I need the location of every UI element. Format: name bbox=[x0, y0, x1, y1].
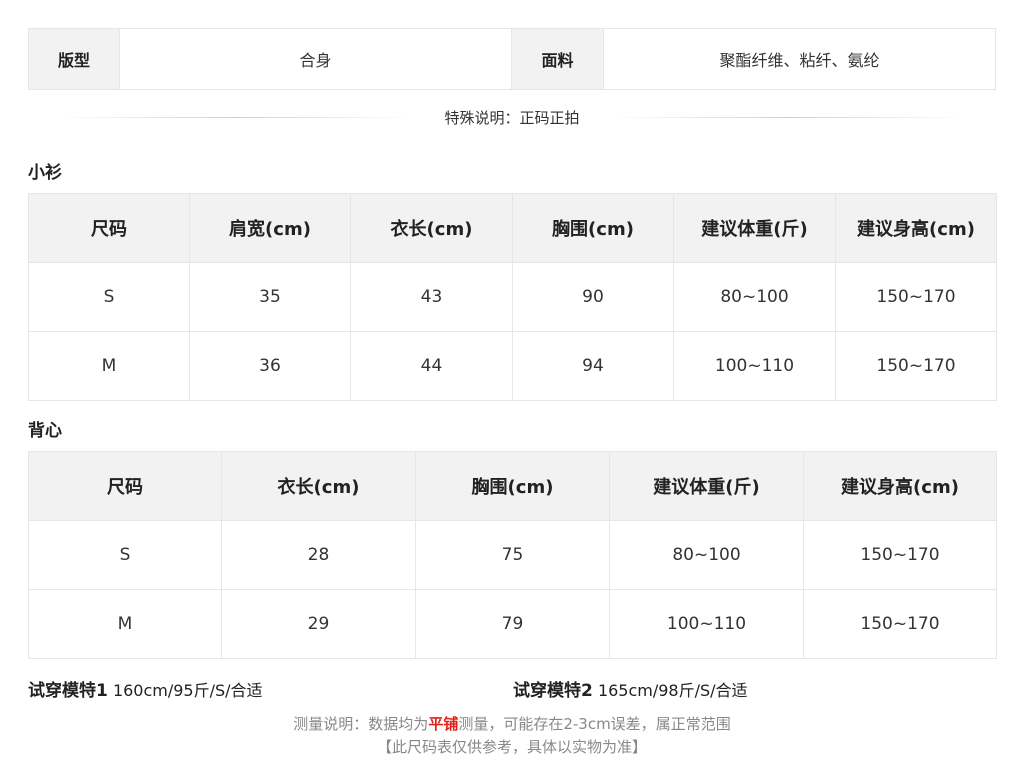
model-1-label: 试穿模特1 bbox=[28, 681, 108, 701]
fit-label: 版型 bbox=[29, 29, 120, 89]
measure-note-prefix: 测量说明：数据均为 bbox=[293, 715, 429, 733]
cell-length: 28 bbox=[221, 520, 416, 590]
header-shoulder: 肩宽(cm) bbox=[189, 193, 351, 263]
cell-length: 29 bbox=[221, 589, 416, 659]
cell-bust: 79 bbox=[415, 589, 610, 659]
cell-bust: 94 bbox=[512, 331, 674, 401]
cell-height: 150~170 bbox=[803, 520, 997, 590]
reference-note: 【此尺码表仅供参考，具体以实物为准】 bbox=[376, 738, 647, 756]
cell-height: 150~170 bbox=[835, 331, 997, 401]
measure-note-highlight: 平铺 bbox=[428, 715, 459, 733]
cell-weight: 80~100 bbox=[609, 520, 804, 590]
cell-weight: 80~100 bbox=[673, 262, 836, 332]
model-2-label: 试穿模特2 bbox=[513, 681, 593, 701]
special-note: 特殊说明：正码正拍 bbox=[444, 108, 580, 127]
header-weight: 建议体重(斤) bbox=[609, 451, 804, 521]
header-bust: 胸围(cm) bbox=[415, 451, 610, 521]
measure-note-suffix: 测量，可能存在2-3cm误差，属正常范围 bbox=[458, 715, 731, 733]
cell-size: S bbox=[28, 520, 222, 590]
header-bust: 胸围(cm) bbox=[512, 193, 674, 263]
fabric-value: 聚酯纤维、粘纤、氨纶 bbox=[604, 29, 995, 89]
cell-size: M bbox=[28, 589, 222, 659]
fit-value: 合身 bbox=[120, 29, 512, 89]
model-1-value: 160cm/95斤/S/合适 bbox=[112, 681, 263, 700]
cell-size: M bbox=[28, 331, 190, 401]
fabric-label: 面料 bbox=[512, 29, 604, 89]
measure-note: 测量说明：数据均为平铺测量，可能存在2-3cm误差，属正常范围 bbox=[0, 713, 1024, 734]
header-height: 建议身高(cm) bbox=[835, 193, 997, 263]
table-header-row: 尺码 衣长(cm) 胸围(cm) 建议体重(斤) 建议身高(cm) bbox=[28, 451, 997, 521]
table-header-row: 尺码 肩宽(cm) 衣长(cm) 胸围(cm) 建议体重(斤) 建议身高(cm) bbox=[28, 193, 997, 263]
cell-shoulder: 35 bbox=[189, 262, 351, 332]
cell-height: 150~170 bbox=[803, 589, 997, 659]
header-length: 衣长(cm) bbox=[221, 451, 416, 521]
vest-size-table: 尺码 衣长(cm) 胸围(cm) 建议体重(斤) 建议身高(cm) S 28 7… bbox=[28, 451, 997, 659]
top-section-title: 小衫 bbox=[28, 163, 62, 183]
cell-bust: 75 bbox=[415, 520, 610, 590]
table-row: M 29 79 100~110 150~170 bbox=[28, 589, 997, 659]
top-size-table: 尺码 肩宽(cm) 衣长(cm) 胸围(cm) 建议体重(斤) 建议身高(cm)… bbox=[28, 193, 997, 401]
model-2-info: 试穿模特2 165cm/98斤/S/合适 bbox=[513, 676, 748, 701]
cell-shoulder: 36 bbox=[189, 331, 351, 401]
cell-size: S bbox=[28, 262, 190, 332]
cell-weight: 100~110 bbox=[673, 331, 836, 401]
cell-height: 150~170 bbox=[835, 262, 997, 332]
cell-length: 44 bbox=[350, 331, 513, 401]
model-1-info: 试穿模特1 160cm/95斤/S/合适 bbox=[28, 676, 263, 701]
header-length: 衣长(cm) bbox=[350, 193, 513, 263]
cell-weight: 100~110 bbox=[609, 589, 804, 659]
vest-section-title: 背心 bbox=[28, 421, 62, 441]
model-2-value: 165cm/98斤/S/合适 bbox=[597, 681, 748, 700]
header-size: 尺码 bbox=[28, 193, 190, 263]
header-weight: 建议体重(斤) bbox=[673, 193, 836, 263]
divider-right bbox=[613, 116, 965, 118]
special-note-row: 特殊说明：正码正拍 bbox=[60, 106, 965, 128]
table-row: S 28 75 80~100 150~170 bbox=[28, 520, 997, 590]
cell-length: 43 bbox=[350, 262, 513, 332]
table-row: M 36 44 94 100~110 150~170 bbox=[28, 331, 997, 401]
header-height: 建议身高(cm) bbox=[803, 451, 997, 521]
divider-left bbox=[60, 116, 411, 118]
cell-bust: 90 bbox=[512, 262, 674, 332]
table-row: S 35 43 90 80~100 150~170 bbox=[28, 262, 997, 332]
product-info-table: 版型 合身 面料 聚酯纤维、粘纤、氨纶 bbox=[28, 28, 996, 90]
header-size: 尺码 bbox=[28, 451, 222, 521]
